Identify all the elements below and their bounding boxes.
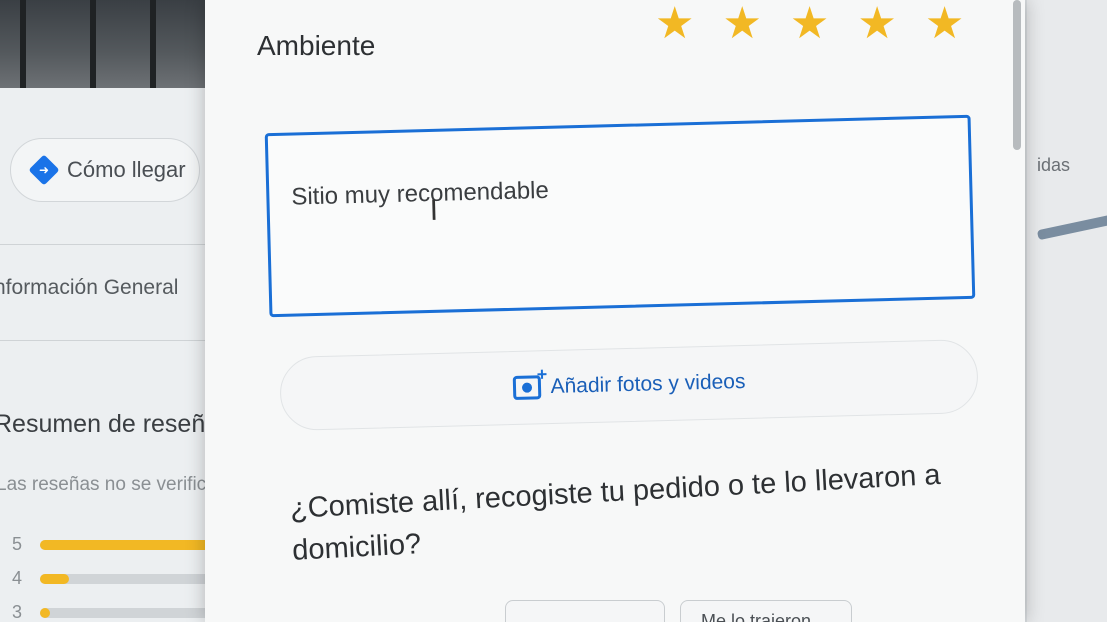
photo-detail: [90, 0, 96, 88]
map-label: idas: [1037, 155, 1071, 175]
map-road: [1036, 213, 1107, 241]
rating-bar: [40, 573, 230, 584]
divider: [0, 340, 240, 341]
star-icon[interactable]: ★: [857, 2, 896, 46]
directions-icon: ➜: [28, 154, 60, 186]
option-chip[interactable]: [505, 600, 665, 622]
dialog-scrollbar[interactable]: [1013, 0, 1021, 150]
rating-stars-label: 4: [12, 568, 23, 588]
rating-row: 4: [12, 568, 230, 589]
photo-detail: [150, 0, 156, 88]
rating-bar: [40, 539, 230, 550]
ambience-star-rating: ★ ★ ★ ★ ★: [655, 2, 964, 46]
rating-row: 3: [12, 602, 230, 622]
add-media-label: Añadir fotos y videos: [550, 369, 746, 399]
place-sheet-background: ➜ Cómo llegar nformación General Resumen…: [0, 0, 240, 622]
review-text: Sitio muy recomendable: [291, 176, 550, 211]
delivery-option-label: Me lo trajeron: [701, 611, 812, 622]
reviews-note: Las reseñas no se verific: [0, 474, 207, 495]
reviews-summary-title: Resumen de reseñ: [0, 410, 206, 438]
map-background[interactable]: idas: [1027, 0, 1107, 622]
directions-label: Cómo llegar: [67, 157, 186, 182]
star-icon[interactable]: ★: [655, 2, 694, 46]
add-photo-icon: +: [512, 364, 547, 401]
photo-detail: [20, 0, 26, 88]
star-icon[interactable]: ★: [790, 2, 829, 46]
ambience-label: Ambiente: [257, 30, 376, 61]
rating-row: 5: [12, 534, 230, 555]
delivery-option-chip[interactable]: Me lo trajeron: [680, 600, 852, 622]
directions-button[interactable]: ➜ Cómo llegar: [10, 138, 200, 202]
text-cursor-icon: I: [429, 193, 439, 227]
rating-stars-label: 5: [12, 534, 23, 554]
review-textarea[interactable]: Sitio muy recomendable I: [264, 114, 976, 318]
tab-general-info[interactable]: nformación General: [0, 276, 178, 300]
dining-question: ¿Comiste allí, recogiste tu pedido o te …: [289, 458, 942, 567]
review-dialog: Ambiente ★ ★ ★ ★ ★ Sitio muy recomendabl…: [205, 0, 1025, 622]
place-photo: [0, 0, 215, 88]
add-photos-videos-button[interactable]: + Añadir fotos y videos: [279, 338, 979, 432]
rating-bar: [40, 607, 230, 618]
star-icon[interactable]: ★: [925, 2, 964, 46]
rating-stars-label: 3: [12, 602, 23, 622]
divider: [0, 244, 240, 245]
star-icon[interactable]: ★: [722, 2, 761, 46]
